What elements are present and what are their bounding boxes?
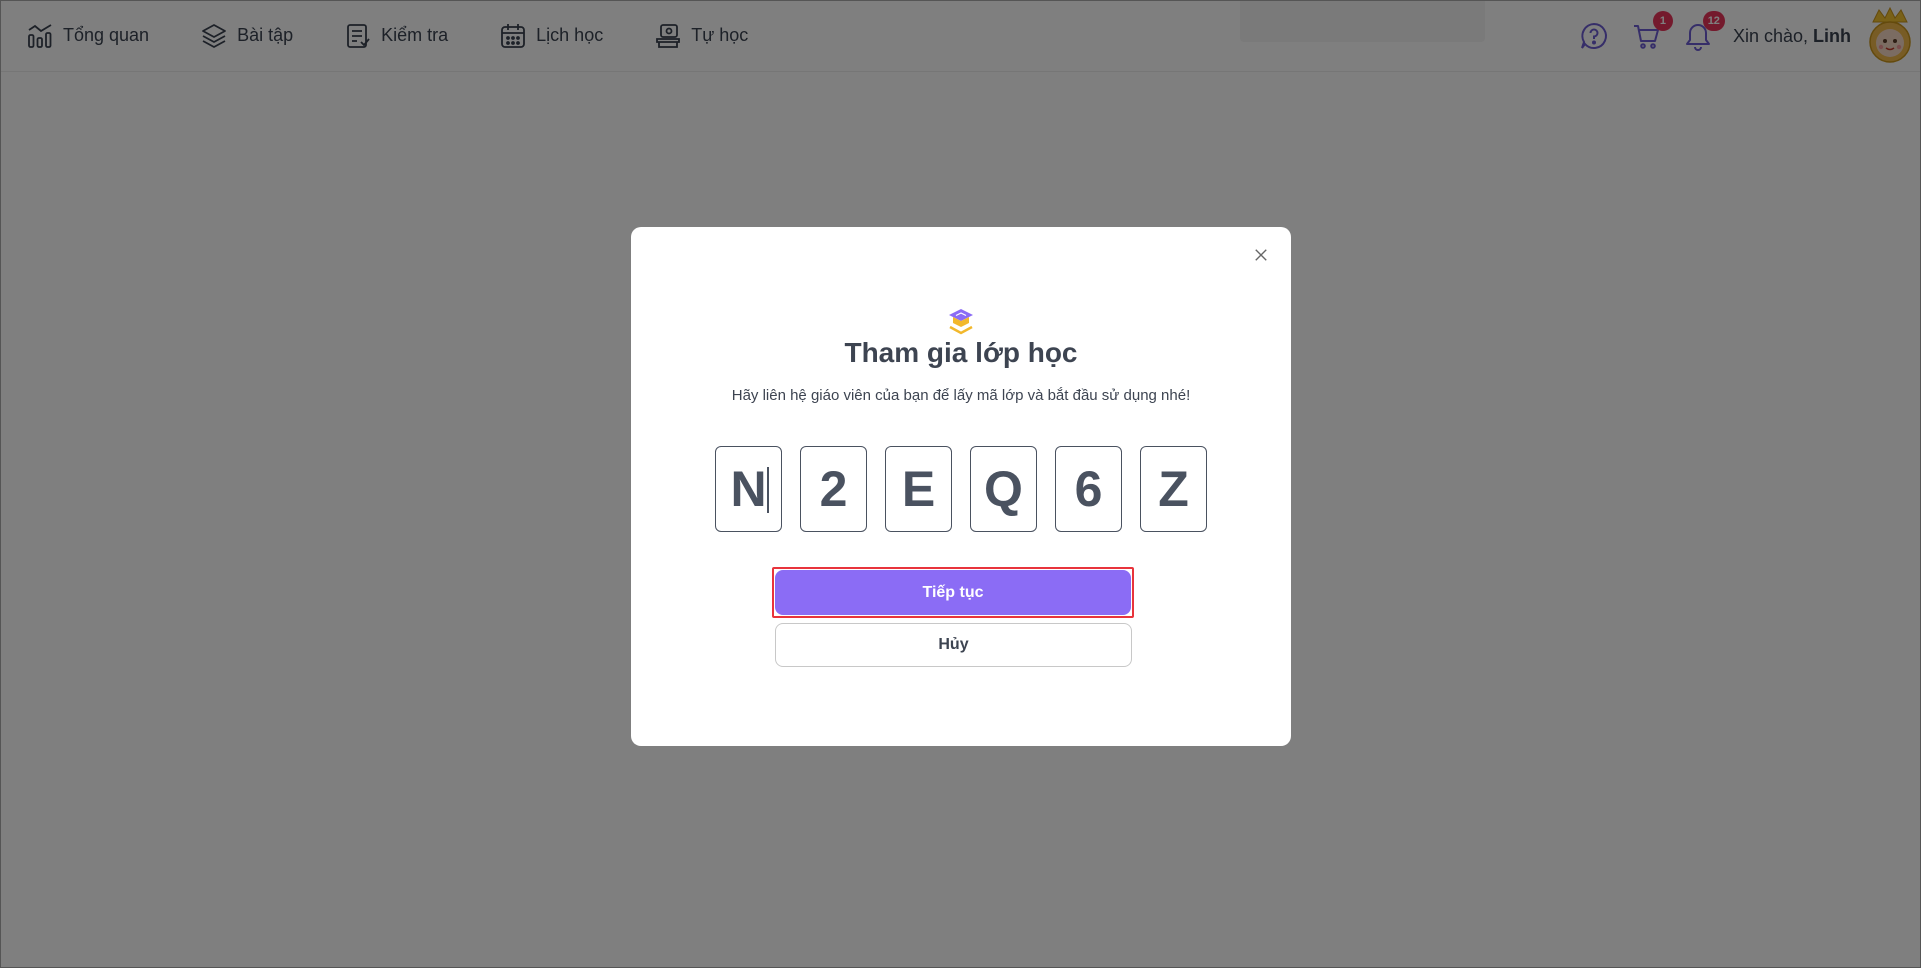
close-icon [1255,249,1267,261]
class-code-input: N 2 E Q 6 Z [715,446,1207,532]
close-button[interactable] [1249,243,1273,267]
code-digit-input[interactable]: 2 [800,446,867,532]
dialog-subtitle: Hãy liên hệ giáo viên của bạn để lấy mã … [731,387,1191,404]
code-digit-input[interactable]: Q [970,446,1037,532]
code-digit-input[interactable]: E [885,446,952,532]
continue-button[interactable]: Tiếp tục [775,570,1131,615]
cancel-button[interactable]: Hủy [775,623,1132,667]
code-digit-input[interactable]: Z [1140,446,1207,532]
code-digit-input[interactable]: 6 [1055,446,1122,532]
join-class-dialog: Tham gia lớp học Hãy liên hệ giáo viên c… [631,227,1291,746]
graduation-cap-icon [949,309,973,335]
code-digit-input[interactable]: N [715,446,782,532]
dialog-title: Tham gia lớp học [844,337,1078,368]
